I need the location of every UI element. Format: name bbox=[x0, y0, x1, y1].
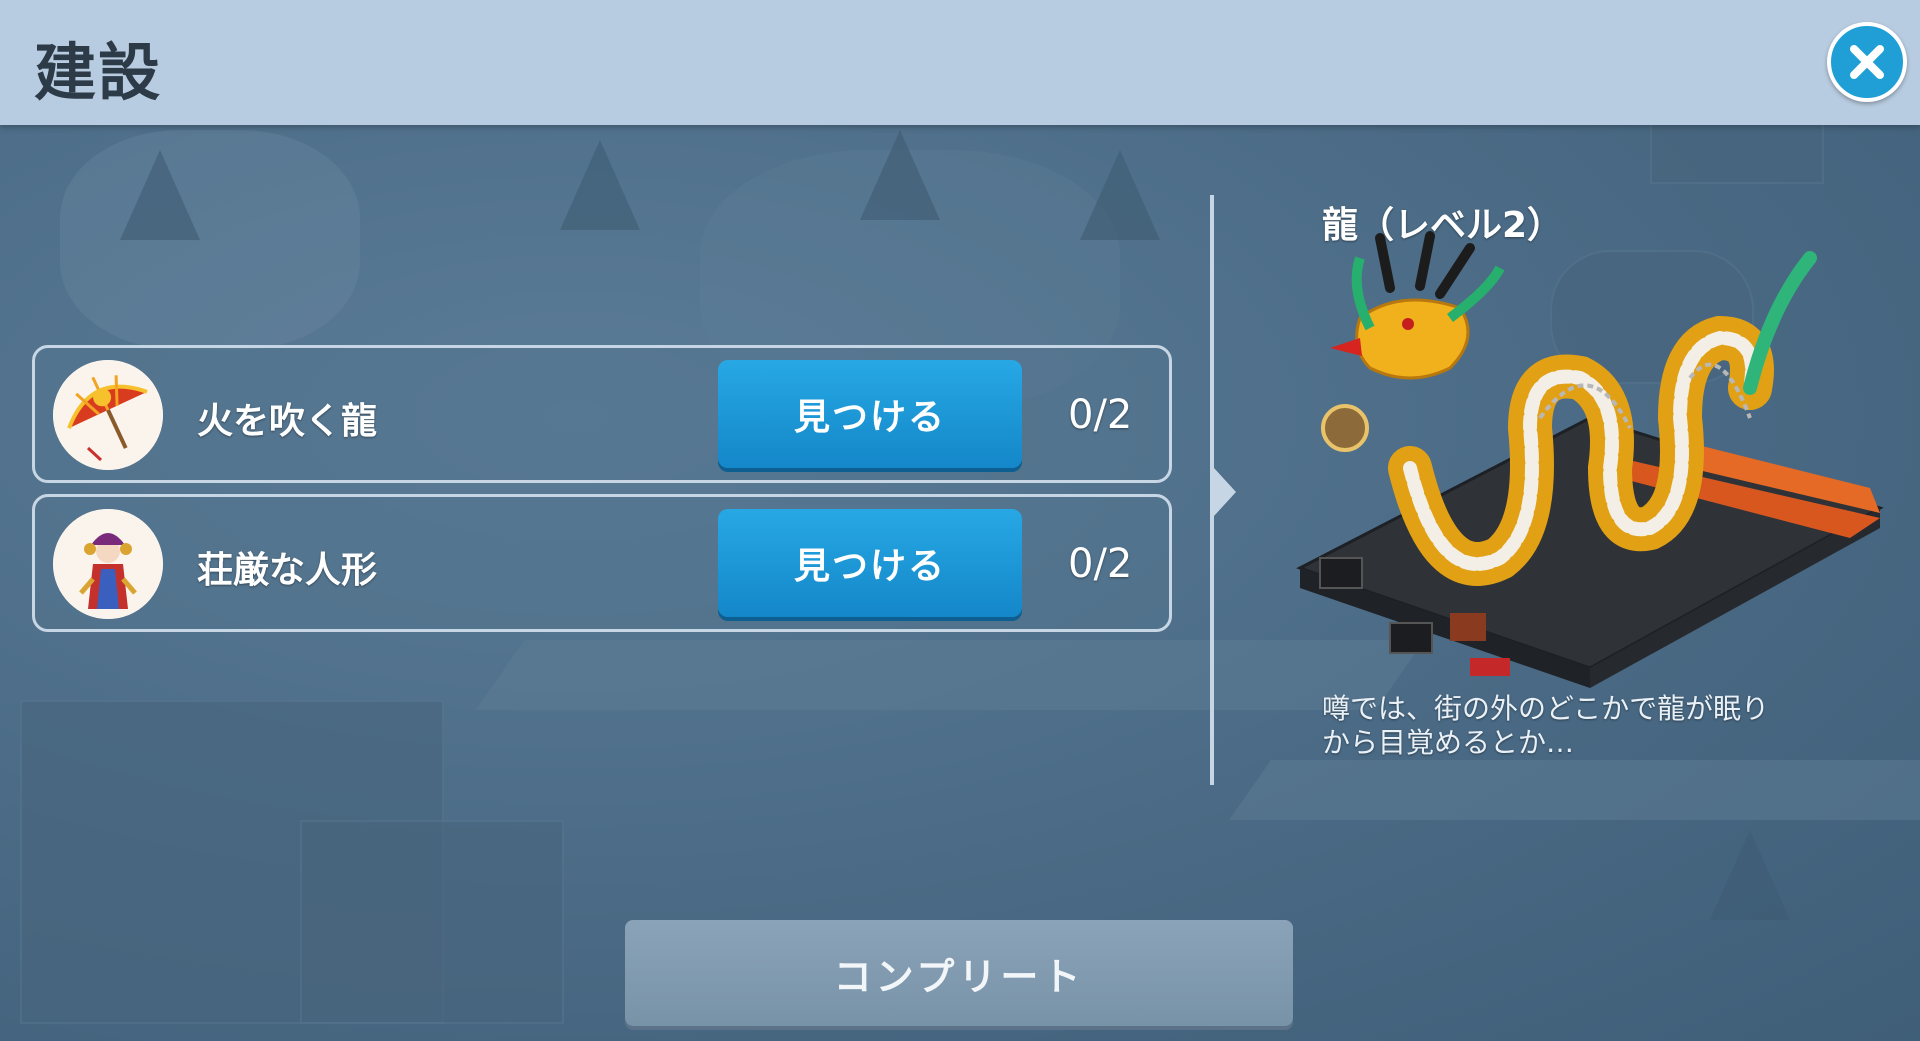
building-description: 噂では、街の外のどこかで龍が眠り から目覚めるとか… bbox=[1322, 692, 1770, 759]
requirement-row: 火を吹く龍 見つける 0/2 bbox=[32, 345, 1172, 483]
close-button[interactable] bbox=[1827, 22, 1907, 102]
requirement-row: 荘厳な人形 見つける 0/2 bbox=[32, 494, 1172, 632]
find-button[interactable]: 見つける bbox=[718, 509, 1022, 617]
close-icon bbox=[1850, 45, 1884, 79]
dialog-header: 建設 bbox=[0, 0, 1920, 125]
divider-arrow-icon bbox=[1214, 468, 1236, 516]
complete-button[interactable]: コンプリート bbox=[625, 920, 1293, 1026]
dialog-title: 建設 bbox=[34, 36, 163, 109]
requirement-progress: 0/2 bbox=[1068, 541, 1133, 587]
requirement-name: 荘厳な人形 bbox=[197, 550, 378, 591]
dragon-building-image bbox=[1296, 231, 1884, 688]
requirement-name: 火を吹く龍 bbox=[197, 401, 378, 442]
doll-icon bbox=[53, 509, 163, 619]
requirement-progress: 0/2 bbox=[1068, 392, 1133, 438]
umbrella-icon bbox=[53, 360, 163, 470]
find-button[interactable]: 見つける bbox=[718, 360, 1022, 468]
